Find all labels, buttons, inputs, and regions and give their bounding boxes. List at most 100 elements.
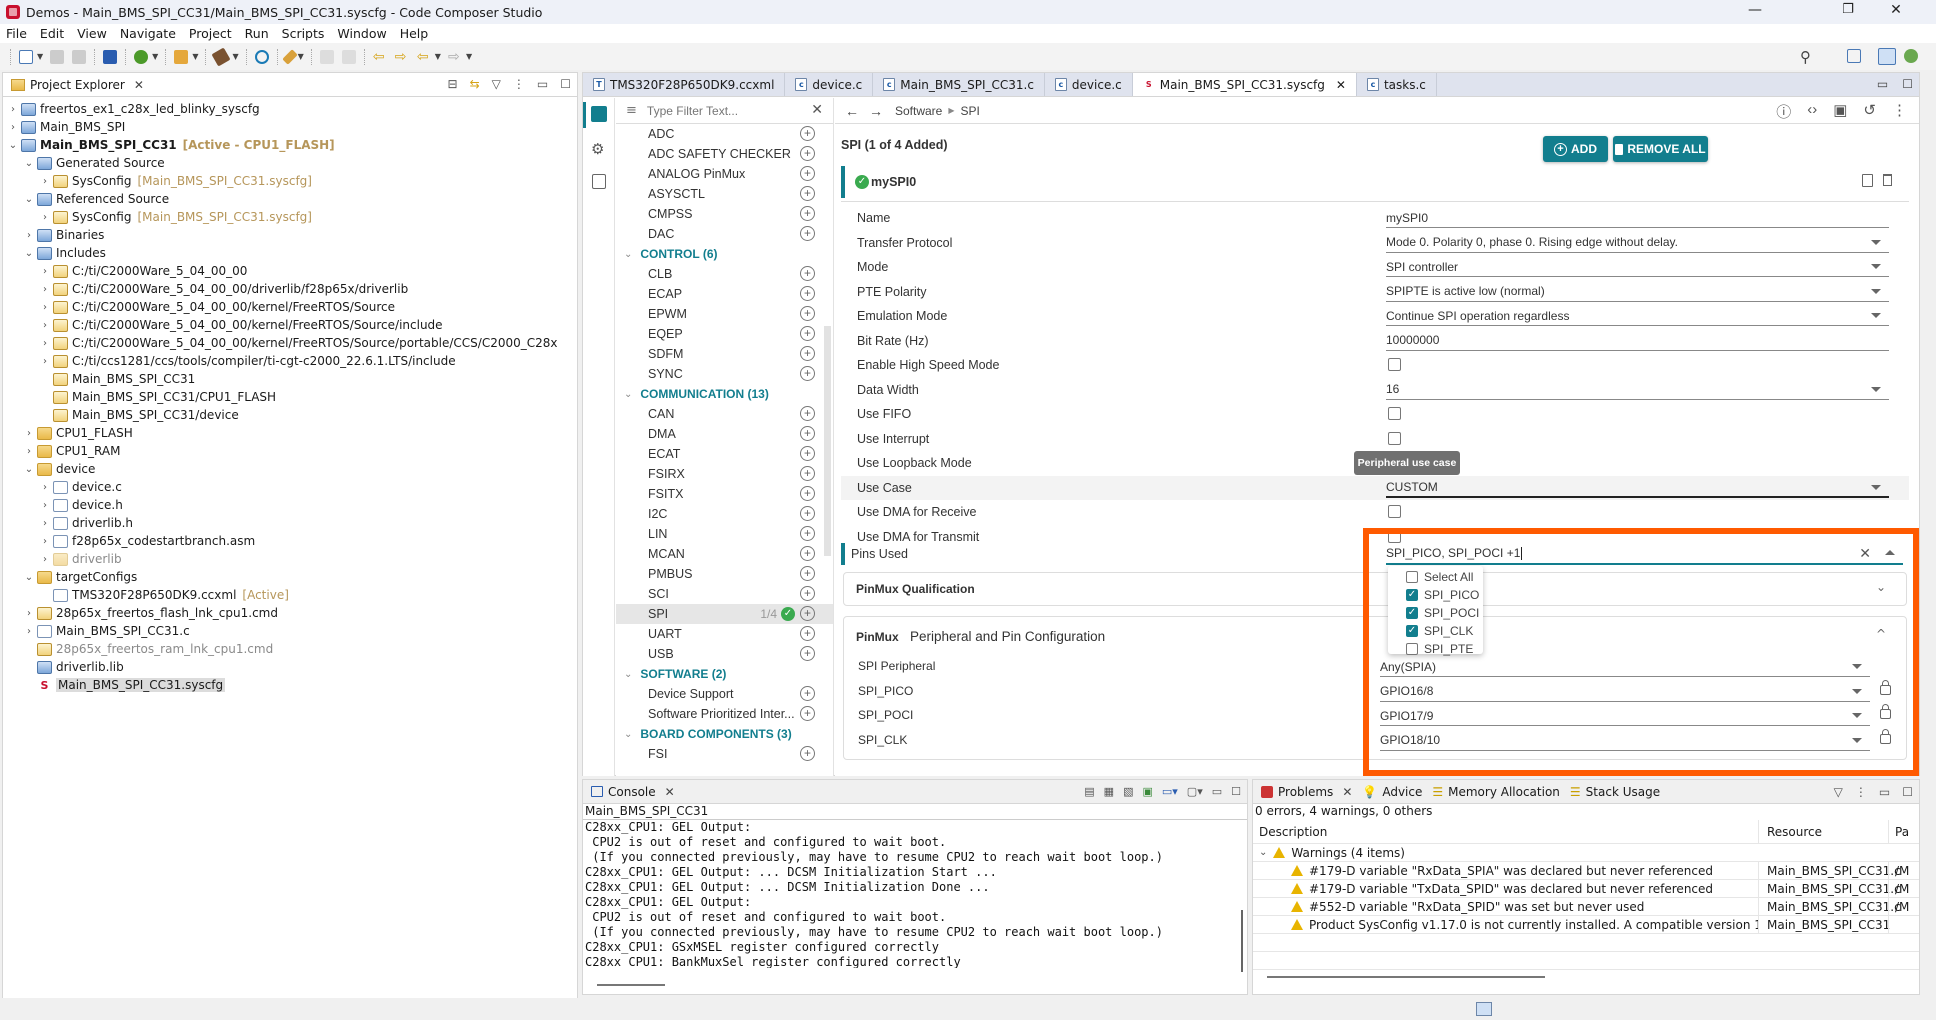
tree-item[interactable]: ⌄ Generated Source [3,154,577,172]
minimize-view-icon[interactable]: ▭ [537,77,548,91]
tree-item[interactable]: › driverlib [3,550,577,568]
breadcrumb-spi[interactable]: SPI [961,104,980,118]
module-item[interactable]: I2C + [616,504,833,524]
chevron-down-icon[interactable]: ⌄ [7,140,19,151]
word-wrap-icon[interactable]: ▧ [1123,785,1133,798]
tab-console[interactable]: Console ✕ [583,780,683,803]
console-hscroll[interactable] [597,984,665,986]
tree-item[interactable]: › SysConfig [Main_BMS_SPI_CC31.syscfg] [3,172,577,190]
module-item[interactable]: ASYSCTL + [616,184,833,204]
tree-item[interactable]: › device.h [3,496,577,514]
chevron-right-icon[interactable]: › [7,122,19,133]
module-item[interactable]: Device Support + [616,684,833,704]
chevron-right-icon[interactable]: › [39,554,51,565]
editor-tab[interactable]: c Main_BMS_SPI_CC31.c [873,73,1045,96]
tree-item[interactable]: › C:/ti/C2000Ware_5_04_00_00 [3,262,577,280]
tree-item[interactable]: › f28p65x_codestartbranch.asm [3,532,577,550]
add-module-icon[interactable]: + [800,266,815,281]
tree-item[interactable]: › C:/ti/C2000Ware_5_04_00_00/kernel/FreeR… [3,298,577,316]
property-checkbox[interactable] [1388,505,1401,518]
add-module-icon[interactable]: + [800,226,815,241]
tree-item[interactable]: › Main_BMS_SPI [3,118,577,136]
property-select[interactable]: SPI controller [1386,257,1889,277]
add-module-icon[interactable]: + [800,486,815,501]
module-item[interactable]: ADC + [616,124,833,144]
pen-icon[interactable] [281,48,298,65]
ccs-debug-perspective-icon[interactable] [1904,49,1918,63]
maximize-view-icon[interactable]: ☐ [1231,785,1241,798]
close-icon[interactable]: ✕ [134,78,144,92]
add-module-icon[interactable]: + [800,146,815,161]
add-module-icon[interactable]: + [800,206,815,221]
tree-item[interactable]: TMS320F28P650DK9.ccxml [Active] [3,586,577,604]
chevron-down-icon[interactable]: ⌄ [23,248,35,259]
chevron-down-icon[interactable]: ⌄ [23,194,35,205]
module-item[interactable]: Software Prioritized Inter... + [616,704,833,724]
display-console-icon[interactable]: ▭▾ [1162,785,1178,798]
column-resource[interactable]: Resource [1758,819,1888,844]
chevron-down-icon[interactable]: ⌄ [624,729,632,740]
add-module-icon[interactable]: + [800,406,815,421]
dropdown-arrow-icon[interactable] [1871,386,1881,392]
add-module-icon[interactable]: + [800,646,815,661]
tree-item[interactable]: Main_BMS_SPI_CC31 [3,370,577,388]
tree-item[interactable]: 28p65x_freertos_ram_lnk_cpu1.cmd [3,640,577,658]
maximize-editor-icon[interactable]: ☐ [1902,77,1913,91]
editor-tab[interactable]: c device.c [785,73,874,96]
chevron-right-icon[interactable]: › [39,500,51,511]
menu-help[interactable]: Help [400,26,429,41]
chevron-right-icon[interactable]: › [39,338,51,349]
problem-row[interactable]: #179-D variable "TxData_SPID" was declar… [1253,879,1919,898]
build-hammer-icon[interactable] [211,46,232,67]
module-list-scrollbar[interactable] [824,326,831,556]
add-module-icon[interactable]: + [800,466,815,481]
chevron-down-icon[interactable]: ⌄ [23,464,35,475]
module-category[interactable]: ⌄ COMMUNICATION (13) [616,384,833,404]
calculator-icon[interactable] [592,174,606,189]
module-item[interactable]: EPWM + [616,304,833,324]
maximize-view-icon[interactable]: ☐ [1902,785,1913,799]
add-module-icon[interactable]: + [800,366,815,381]
add-module-icon[interactable]: + [800,586,815,601]
module-item[interactable]: SPI 1/4 ✓ + [616,604,833,624]
save-all-icon[interactable] [72,49,87,64]
add-module-icon[interactable]: + [800,686,815,701]
add-module-icon[interactable]: + [800,306,815,321]
module-item[interactable]: FSIRX + [616,464,833,484]
tree-item[interactable]: ⌄ targetConfigs [3,568,577,586]
property-select[interactable]: 16 [1386,380,1889,400]
module-item[interactable]: MCAN + [616,544,833,564]
menu-scripts[interactable]: Scripts [282,26,325,41]
minimize-view-icon[interactable]: ▭ [1879,785,1890,799]
dropdown-arrow-icon[interactable] [1871,288,1881,294]
tree-item[interactable]: driverlib.lib [3,658,577,676]
chevron-down-icon[interactable]: ⌄ [1259,847,1267,858]
editor-tab[interactable]: c tasks.c [1356,73,1437,96]
new-icon[interactable] [19,49,33,64]
chevron-right-icon[interactable]: › [39,302,51,313]
chevron-down-icon[interactable]: ▼ [37,52,43,61]
chevron-down-icon[interactable]: ⌄ [624,389,632,400]
chevron-right-icon[interactable]: › [23,230,35,241]
back-arrow-icon[interactable]: ← [845,103,859,119]
breadcrumb-software[interactable]: Software [895,104,942,118]
tree-item[interactable]: ⌄ device [3,460,577,478]
more-options-icon[interactable]: ⋮ [1892,101,1907,122]
tree-item[interactable]: › freertos_ex1_c28x_led_blinky_syscfg [3,100,577,118]
chevron-right-icon[interactable]: › [39,176,51,187]
prev-annotation-icon[interactable]: ⇦ [373,50,387,64]
chevron-right-icon[interactable]: › [23,608,35,619]
collapse-all-icon[interactable]: ⊟ [448,77,458,91]
module-item[interactable]: DMA + [616,424,833,444]
tree-item[interactable]: › C:/ti/C2000Ware_5_04_00_00/kernel/FreeR… [3,334,577,352]
property-checkbox[interactable] [1388,407,1401,420]
add-button[interactable]: + ADD [1543,136,1608,162]
forward-arrow-icon[interactable]: → [869,103,883,119]
chevron-right-icon[interactable]: › [39,536,51,547]
software-view-icon[interactable] [591,106,607,122]
filter-icon[interactable]: ▽ [1834,785,1843,799]
tree-item[interactable]: › driverlib.h [3,514,577,532]
new-console-icon[interactable]: ▢▾ [1187,785,1203,798]
chevron-down-icon[interactable]: ⌄ [23,158,35,169]
problem-row[interactable]: #552-D variable "RxData_SPID" was set bu… [1253,897,1919,916]
